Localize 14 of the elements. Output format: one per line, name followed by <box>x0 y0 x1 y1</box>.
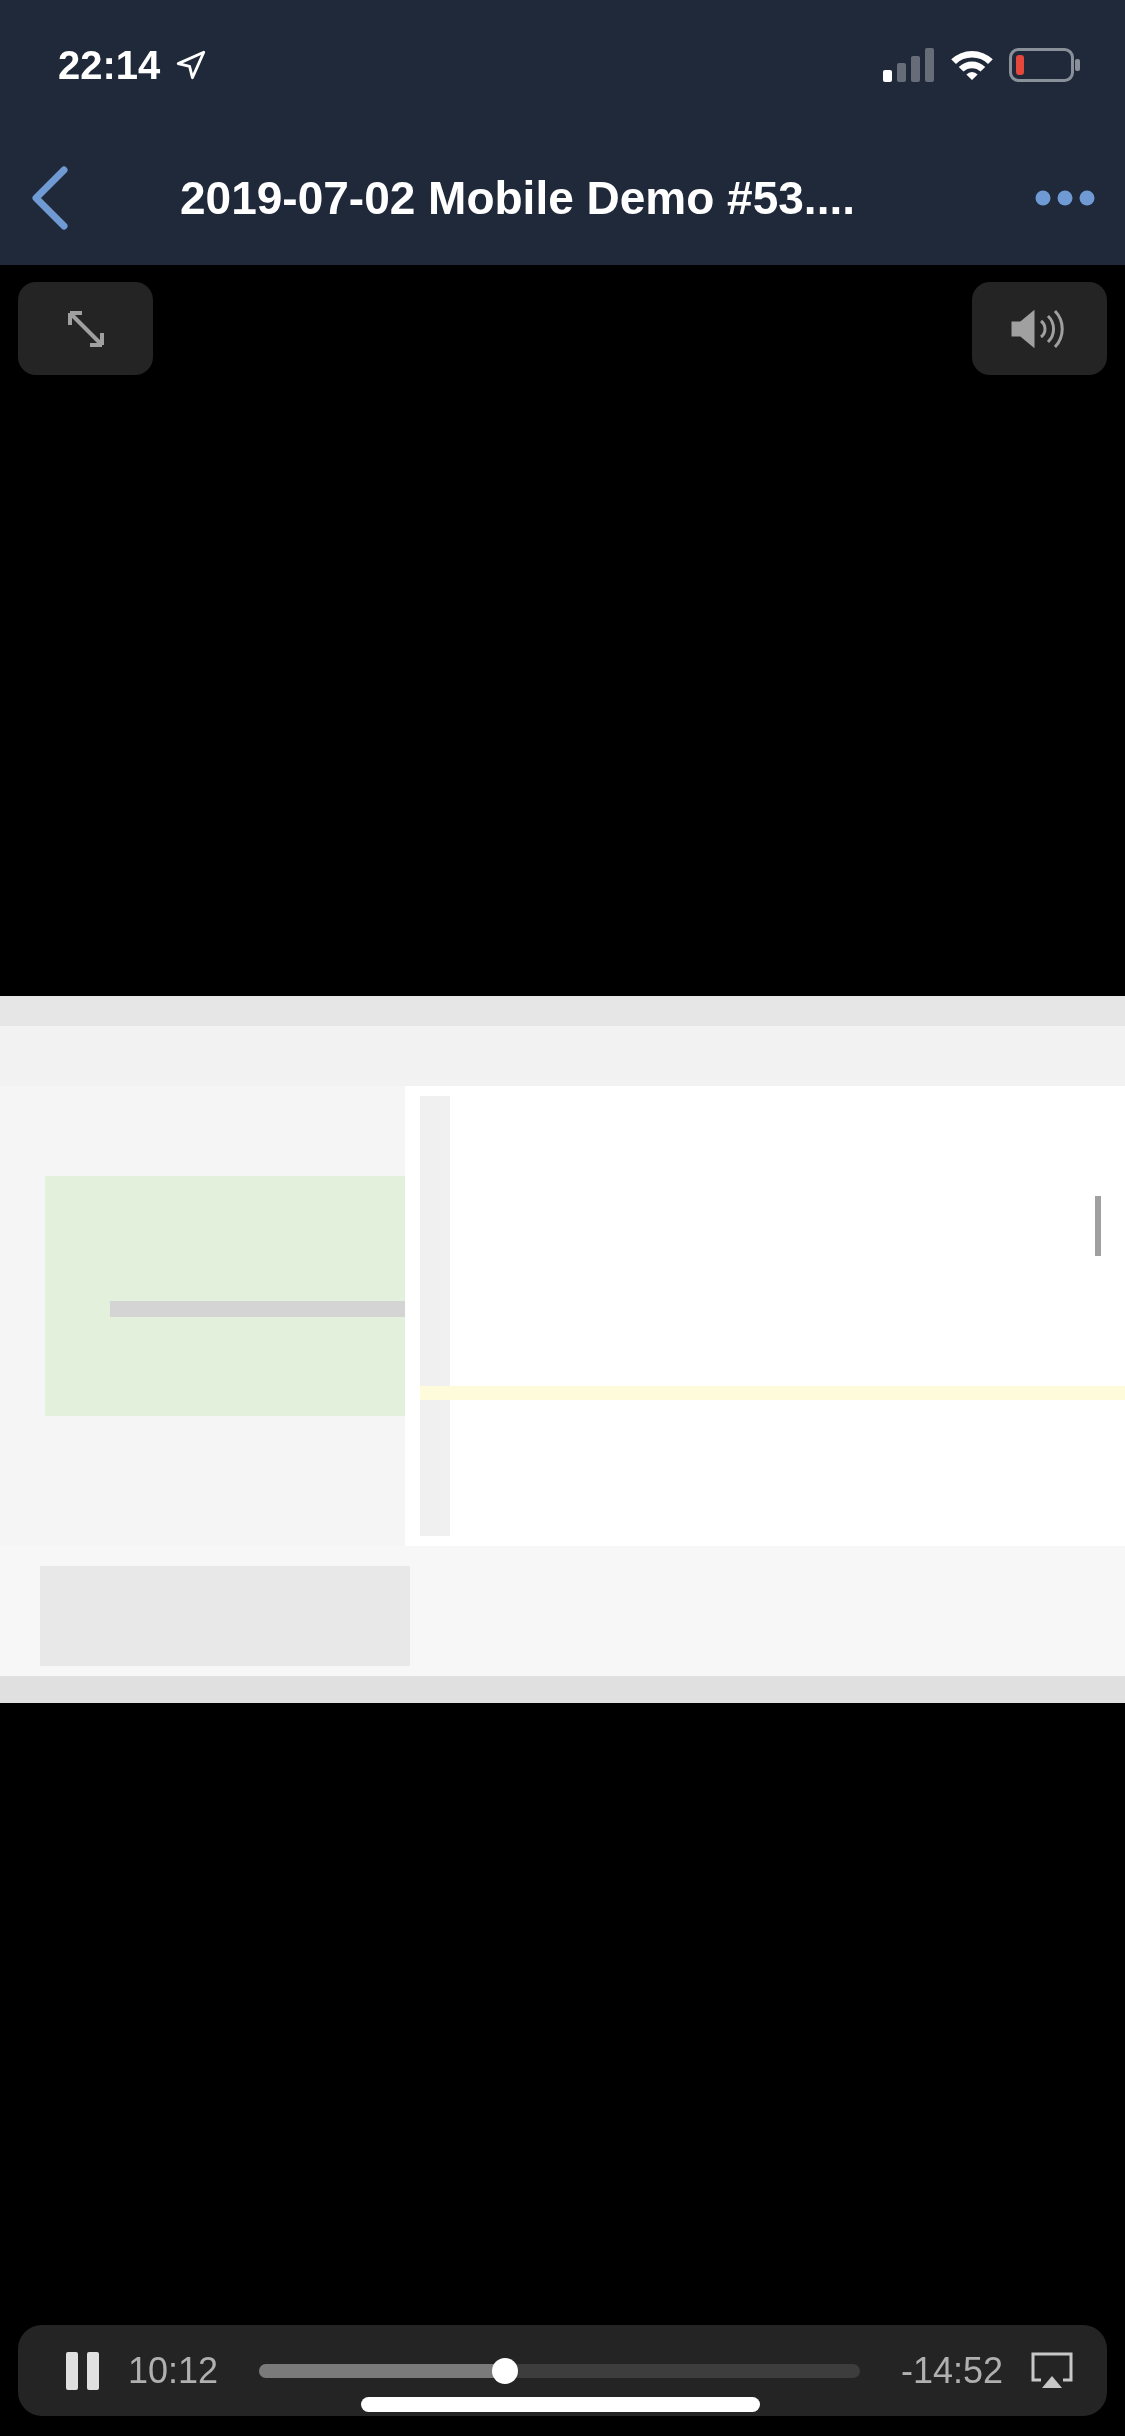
more-button[interactable] <box>1035 189 1095 206</box>
back-button[interactable] <box>30 165 70 230</box>
fullscreen-button[interactable] <box>18 282 153 375</box>
elapsed-time: 10:12 <box>128 2349 219 2392</box>
pause-button[interactable] <box>66 2351 100 2390</box>
remaining-time: -14:52 <box>900 2349 1003 2392</box>
slider-thumb[interactable] <box>492 2357 519 2384</box>
airplay-button[interactable] <box>1031 2351 1073 2390</box>
signal-icon <box>883 48 935 82</box>
wifi-icon <box>949 48 995 82</box>
volume-button[interactable] <box>972 282 1107 375</box>
battery-icon <box>1009 48 1081 82</box>
status-time: 22:14 <box>58 42 161 88</box>
video-title: 2019-07-02 Mobile Demo #53.... <box>179 170 856 225</box>
